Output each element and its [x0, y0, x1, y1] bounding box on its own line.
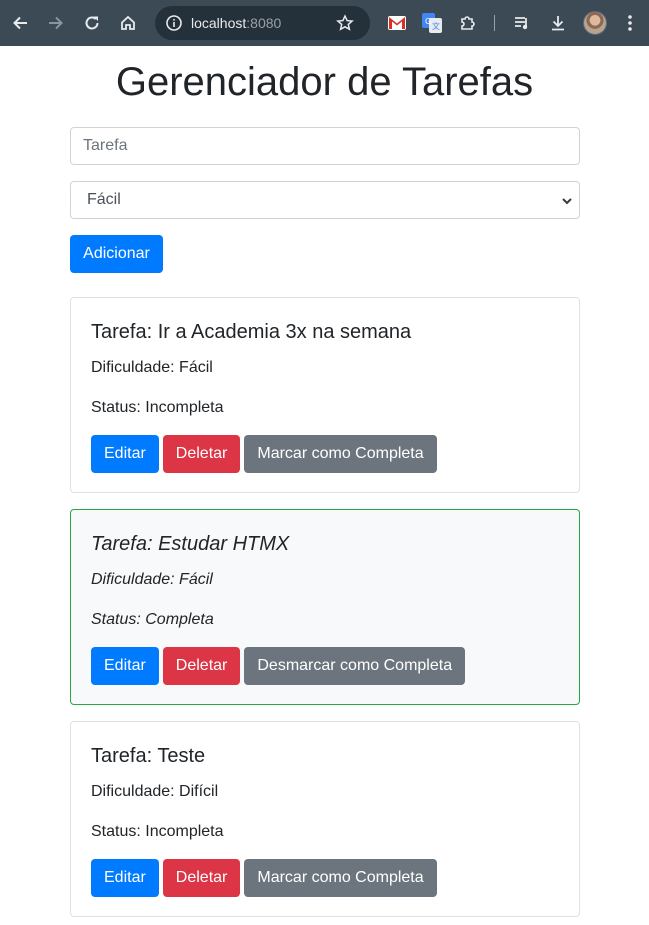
forward-arrow-icon[interactable]: [44, 11, 68, 35]
gmail-extension-icon[interactable]: [385, 11, 409, 35]
difficulty-select[interactable]: Fácil: [70, 181, 580, 219]
task-card: Tarefa: Ir a Academia 3x na semana Dific…: [70, 297, 580, 493]
task-actions: Editar Deletar Marcar como Completa: [91, 435, 437, 473]
task-actions: Editar Deletar Desmarcar como Completa: [91, 647, 466, 685]
edit-button[interactable]: Editar: [91, 647, 159, 685]
site-info-icon[interactable]: [165, 14, 183, 37]
svg-text:G: G: [425, 17, 431, 26]
edit-button[interactable]: Editar: [91, 435, 159, 473]
task-status: Status: Completa: [91, 611, 214, 628]
delete-button[interactable]: Deletar: [162, 435, 241, 473]
mark-complete-button[interactable]: Marcar como Completa: [244, 435, 437, 473]
task-difficulty: Dificuldade: Fácil: [91, 571, 213, 588]
url-host: localhost: [191, 15, 247, 31]
delete-button[interactable]: Deletar: [162, 859, 241, 897]
unmark-complete-button[interactable]: Desmarcar como Completa: [244, 647, 466, 685]
reload-icon[interactable]: [80, 11, 104, 35]
profile-avatar[interactable]: [583, 11, 607, 35]
page-title: Gerenciador de Tarefas: [115, 60, 534, 104]
task-card: Tarefa: Teste Dificuldade: Difícil Statu…: [70, 721, 580, 917]
google-translate-extension-icon[interactable]: G文: [420, 11, 444, 35]
task-title: Tarefa: Estudar HTMX: [91, 533, 290, 555]
task-status: Status: Incompleta: [91, 399, 224, 416]
more-menu-icon[interactable]: [618, 11, 642, 35]
task-difficulty: Dificuldade: Difícil: [91, 783, 219, 800]
add-task-button[interactable]: Adicionar: [70, 235, 163, 273]
extensions-puzzle-icon[interactable]: [456, 11, 480, 35]
downloads-icon[interactable]: [546, 11, 570, 35]
difficulty-selected-value: Fácil: [87, 191, 121, 208]
task-status: Status: Incompleta: [91, 823, 224, 840]
media-queue-icon[interactable]: [510, 11, 534, 35]
bookmark-star-icon[interactable]: [336, 14, 354, 37]
back-arrow-icon[interactable]: [8, 11, 32, 35]
edit-button[interactable]: Editar: [91, 859, 159, 897]
toolbar-divider: [494, 15, 495, 31]
home-icon[interactable]: [116, 11, 140, 35]
task-title: Tarefa: Ir a Academia 3x na semana: [91, 321, 412, 343]
svg-text:文: 文: [432, 21, 440, 31]
delete-button[interactable]: Deletar: [162, 647, 241, 685]
task-actions: Editar Deletar Marcar como Completa: [91, 859, 437, 897]
chevron-down-icon: [561, 194, 573, 212]
url-port: :8080: [246, 15, 282, 31]
mark-complete-button[interactable]: Marcar como Completa: [244, 859, 437, 897]
task-difficulty: Dificuldade: Fácil: [91, 359, 213, 376]
address-bar[interactable]: localhost:8080: [155, 6, 370, 40]
task-input[interactable]: [70, 127, 580, 165]
task-card-completed: Tarefa: Estudar HTMX Dificuldade: Fácil …: [70, 509, 580, 705]
task-title: Tarefa: Teste: [91, 745, 206, 767]
browser-toolbar: localhost:8080 G文: [0, 0, 649, 46]
url-text: localhost:8080: [191, 15, 281, 31]
